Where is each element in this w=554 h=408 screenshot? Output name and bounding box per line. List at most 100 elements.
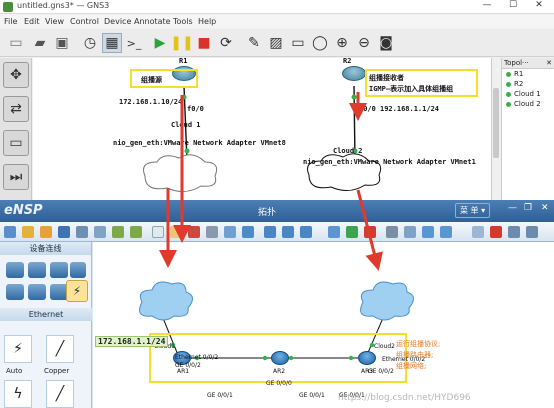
- topology-node-r1[interactable]: R1: [502, 69, 554, 79]
- r1-note: 组播源: [141, 76, 162, 84]
- console-icon[interactable]: >_: [124, 33, 144, 53]
- delete-all-icon[interactable]: [206, 226, 218, 238]
- close-icon[interactable]: ✕: [541, 203, 549, 213]
- grid-icon[interactable]: ▦: [102, 33, 122, 53]
- start-icon[interactable]: ▶: [150, 33, 170, 53]
- close-icon[interactable]: ✕: [526, 0, 552, 10]
- settings-icon[interactable]: [440, 226, 452, 238]
- restore-icon[interactable]: ❐: [524, 203, 532, 213]
- ip-address-label: 172.168.1.1/24: [95, 336, 169, 347]
- new-window-icon[interactable]: [22, 226, 34, 238]
- zoom-out-icon[interactable]: [300, 226, 312, 238]
- save-icon[interactable]: [58, 226, 70, 238]
- zoom-icon[interactable]: [264, 226, 276, 238]
- topology-icon[interactable]: [404, 226, 416, 238]
- undo-icon[interactable]: [112, 226, 124, 238]
- fit-icon[interactable]: [282, 226, 294, 238]
- menu-annotate[interactable]: Annotate: [134, 17, 171, 26]
- auto-cable-icon[interactable]: ⚡: [4, 335, 32, 363]
- auto-cable-label: Auto: [6, 367, 23, 375]
- watermark: https://blog.csdn.net/HYD696: [338, 393, 471, 403]
- note-line2: 组播路由器;: [396, 351, 434, 359]
- save-icon[interactable]: ▣: [52, 33, 72, 53]
- stop-icon[interactable]: ■: [194, 33, 214, 53]
- capture-icon[interactable]: [386, 226, 398, 238]
- cloud2-label: Cloud 2: [333, 147, 363, 155]
- r2-interface-label: f0/0: [359, 105, 376, 113]
- grid-icon[interactable]: [422, 226, 434, 238]
- clock-icon[interactable]: ◷: [80, 33, 100, 53]
- reload-icon[interactable]: ⟳: [216, 33, 236, 53]
- panel-close-icon[interactable]: ✕: [546, 59, 552, 67]
- gns3-vertical-scrollbar[interactable]: [491, 58, 500, 200]
- menu-help[interactable]: Help: [198, 17, 216, 26]
- huawei-icon[interactable]: [490, 226, 502, 238]
- new-project-icon[interactable]: ▭: [6, 33, 26, 53]
- zoom-in-icon[interactable]: ⊕: [332, 33, 352, 53]
- copper-cable-icon[interactable]: ╱: [46, 335, 74, 363]
- ensp-topology-canvas[interactable]: Cloud1 Cloud2 Ethernet 0/0/2 GE 0/0/2 Et…: [93, 242, 554, 408]
- palette-icon[interactable]: [242, 226, 254, 238]
- router-device-icon[interactable]: [6, 262, 24, 278]
- r2-router-icon[interactable]: [342, 66, 366, 81]
- pc-device-icon[interactable]: [6, 284, 24, 300]
- topology-node-cloud1[interactable]: Cloud 1: [502, 89, 554, 99]
- fiber-cable-icon[interactable]: ╱: [46, 380, 74, 408]
- maximize-icon[interactable]: ☐: [500, 0, 526, 10]
- switch-device-icon[interactable]: [28, 262, 46, 278]
- new-topology-icon[interactable]: [4, 226, 16, 238]
- minimize-icon[interactable]: —: [508, 203, 517, 213]
- gns3-window: untitled.gns3* — GNS3 — ☐ ✕ File Edit Vi…: [0, 0, 554, 200]
- routers-icon[interactable]: ✥: [3, 62, 29, 88]
- delete-icon[interactable]: [188, 226, 200, 238]
- node-name: R2: [514, 80, 524, 88]
- zoom-out-icon[interactable]: ⊖: [354, 33, 374, 53]
- cable-lightning-icon[interactable]: ⚡: [66, 280, 88, 302]
- topology-node-r2[interactable]: R2: [502, 79, 554, 89]
- serial-cable-icon[interactable]: ϟ: [4, 380, 32, 408]
- cloud-device-icon[interactable]: [28, 284, 46, 300]
- start-all-icon[interactable]: [346, 226, 358, 238]
- open-folder-icon[interactable]: ▰: [30, 33, 50, 53]
- pause-icon[interactable]: ❚❚: [170, 33, 193, 53]
- skip-icon[interactable]: ⏭: [3, 164, 29, 190]
- minimize-icon[interactable]: —: [474, 0, 500, 10]
- text-icon[interactable]: [224, 226, 236, 238]
- gns3-topology-canvas[interactable]: R1 R2 组播源 组播接收者 IGMP—表示加入具体组播组 172.168.1…: [33, 58, 491, 200]
- menu-device[interactable]: Device: [104, 17, 131, 26]
- menu-view[interactable]: View: [45, 17, 64, 26]
- hand-icon[interactable]: [170, 226, 182, 238]
- device-section-title: 设备连线: [0, 242, 91, 255]
- gns3-device-sidebar: ✥ ⇄ ▭ ⏭: [0, 58, 32, 200]
- stop-all-icon[interactable]: [364, 226, 376, 238]
- open-icon[interactable]: [40, 226, 52, 238]
- topology-node-cloud2[interactable]: Cloud 2: [502, 99, 554, 109]
- end-devices-icon[interactable]: ▭: [3, 130, 29, 156]
- save-as-icon[interactable]: [76, 226, 88, 238]
- menu-file[interactable]: File: [4, 17, 17, 26]
- firewall-device-icon[interactable]: [70, 262, 86, 278]
- ar3-router-icon[interactable]: [358, 351, 376, 365]
- scroll-thumb[interactable]: [493, 88, 499, 158]
- menu-control[interactable]: Control: [70, 17, 99, 26]
- options-icon[interactable]: [508, 226, 520, 238]
- camera-icon[interactable]: ◙: [376, 33, 396, 53]
- gns3-app-icon: [3, 2, 13, 12]
- edit-note-icon[interactable]: ✎: [244, 33, 264, 53]
- menu-tools[interactable]: Tools: [173, 17, 193, 26]
- image-icon[interactable]: ▨: [266, 33, 286, 53]
- ellipse-icon[interactable]: ◯: [310, 33, 330, 53]
- ensp-menu-button[interactable]: 菜 单 ▾: [455, 203, 491, 218]
- redo-icon[interactable]: [130, 226, 142, 238]
- ar2-router-icon[interactable]: [271, 351, 289, 365]
- select-icon[interactable]: [152, 226, 164, 238]
- fullscreen-icon[interactable]: [328, 226, 340, 238]
- rectangle-icon[interactable]: ▭: [288, 33, 308, 53]
- chat-icon[interactable]: [472, 226, 484, 238]
- wlan-device-icon[interactable]: [50, 262, 68, 278]
- switches-icon[interactable]: ⇄: [3, 96, 29, 122]
- node-name: Cloud 1: [514, 90, 541, 98]
- print-icon[interactable]: [94, 226, 106, 238]
- help-icon[interactable]: [526, 226, 538, 238]
- menu-edit[interactable]: Edit: [24, 17, 40, 26]
